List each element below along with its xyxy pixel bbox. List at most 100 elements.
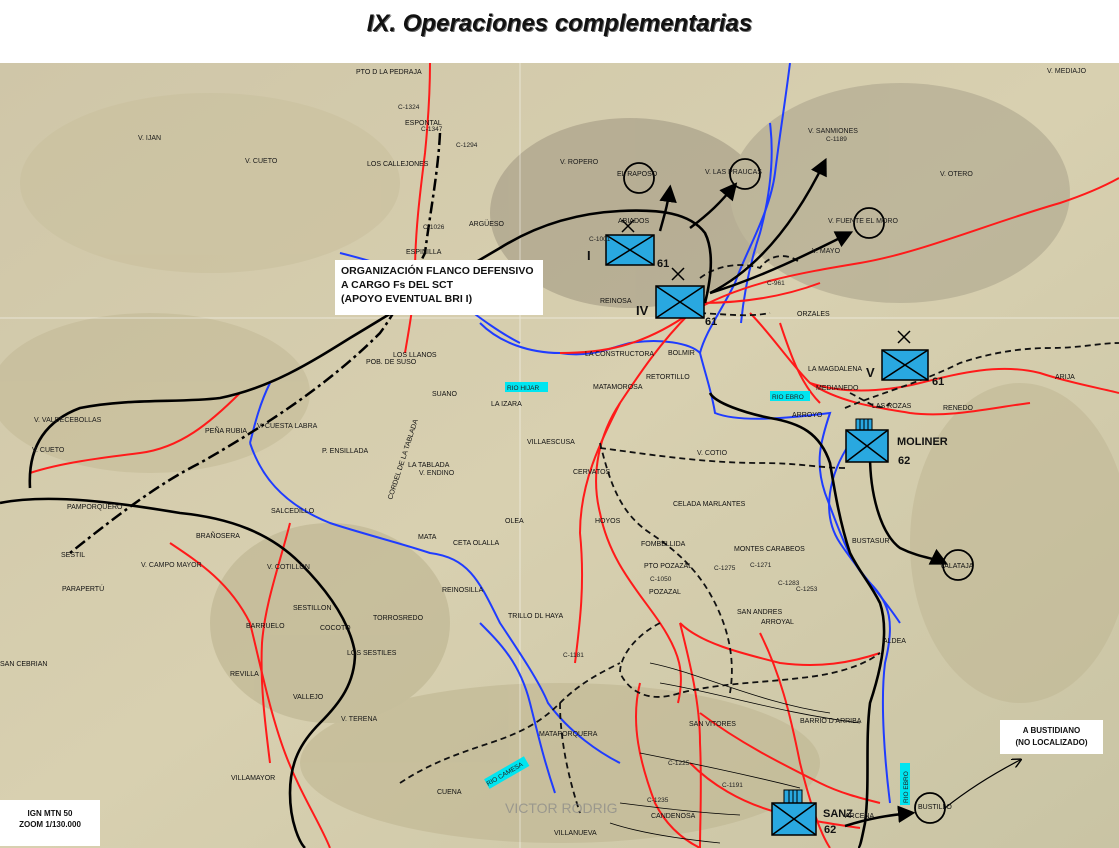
unit-i-label: I <box>587 248 591 263</box>
operations-map[interactable]: I 61 IV 61 V 61 MOLINER 62 SANZ 62 PTO D… <box>0 63 1119 848</box>
place-label: ESPINILLA <box>406 249 442 256</box>
place-label: SAN CEBRIAN <box>0 661 47 668</box>
place-label: VILLAMAYOR <box>231 775 275 782</box>
place-label: CETA OLALLA <box>453 540 500 547</box>
place-label: V. VALDECEBOLLAS <box>34 417 102 424</box>
place-label: VALATAJA <box>940 563 974 570</box>
place-label: CANDENOSA <box>651 813 696 820</box>
place-label: ALDEA <box>883 638 906 645</box>
place-label: COCOTO <box>320 625 351 632</box>
place-label: LA CONSTRUCTORA <box>585 351 654 358</box>
place-label: BUSTASUR <box>852 538 890 545</box>
callout-line: (APOYO EVENTUAL BRI I) <box>341 293 473 305</box>
place-label: VILLANUEVA <box>554 830 597 837</box>
place-label: C-1271 <box>750 562 772 569</box>
place-label: V. SANMIONES <box>808 128 858 135</box>
place-label: C-1050 <box>650 576 672 583</box>
place-label: OLEA <box>505 518 524 525</box>
place-label: PARAPERTÚ <box>62 584 104 593</box>
unit-iv-label: IV <box>636 303 649 318</box>
place-label: V. ENDINO <box>419 470 455 477</box>
place-label: C-1253 <box>796 586 818 593</box>
place-label: V. MEDIAJO <box>1047 68 1087 75</box>
place-label: BOLMIR <box>668 350 695 357</box>
place-label: V. COTILLON <box>267 564 310 571</box>
place-label: MATA <box>418 534 437 541</box>
place-label: LA IZARA <box>491 401 522 408</box>
scale-source: IGN MTN 50 <box>27 809 73 818</box>
bustidiano-callout: A BUSTIDIANO (NO LOCALIZADO) <box>1000 720 1103 754</box>
place-label: RIO EBRO <box>903 771 910 803</box>
scale-zoom: ZOOM 1/130.000 <box>19 820 81 829</box>
place-label: HOYOS <box>595 518 621 525</box>
callout-line: A CARGO Fs DEL SCT <box>341 279 454 291</box>
place-label: C-1235 <box>647 797 669 804</box>
place-label: V. FUENTE EL MORO <box>828 218 898 225</box>
place-label: C-1191 <box>722 782 743 789</box>
place-label: C-1347 <box>421 126 443 133</box>
place-label: REVILLA <box>230 671 259 678</box>
place-label: PAMPORQUERO <box>67 504 123 511</box>
place-label: C-1275 <box>714 565 736 572</box>
place-label: MATAPORQUERA <box>539 731 598 738</box>
unit-moliner-label: MOLINER <box>897 436 948 448</box>
page-title: IX. Operaciones complementarias <box>366 10 753 37</box>
place-label: V. TERENA <box>341 716 378 723</box>
place-label: ARROYO <box>792 412 823 419</box>
place-label: VILLAESCUSA <box>527 439 575 446</box>
place-label: FOMBELLIDA <box>641 541 686 548</box>
place-label: BRAÑOSERA <box>196 531 240 540</box>
place-label: V. ROPERO <box>560 159 599 166</box>
place-label: SALCEDILLO <box>271 508 315 515</box>
unit-moliner-number: 62 <box>898 455 910 467</box>
place-label: TORROSREDO <box>373 615 424 622</box>
place-label: ARIJA <box>1055 374 1075 381</box>
place-label: C-961 <box>767 280 785 287</box>
place-label: RETORTILLO <box>646 374 690 381</box>
place-label: SAN ANDRES <box>737 609 782 616</box>
place-label: MATAMOROSA <box>593 384 643 391</box>
place-label: SAN VITORES <box>689 721 736 728</box>
place-label: V. COTIO <box>697 450 728 457</box>
place-label: CELADA MARLANTES <box>673 501 746 508</box>
place-label: BARRIO D ARRIBA <box>800 718 862 725</box>
place-label: C-1181 <box>563 652 584 659</box>
callout-line: A BUSTIDIANO <box>1022 726 1081 735</box>
flank-defense-callout: ORGANIZACIÓN FLANCO DEFENSIVO A CARGO Fs… <box>335 260 543 315</box>
place-label: V. CAMPO MAYOR <box>141 562 202 569</box>
place-label: LA TABLADA <box>408 462 450 469</box>
place-label: V. CUESTA LABRA <box>257 423 318 430</box>
place-label: SUANO <box>432 391 457 398</box>
unit-v-number: 61 <box>932 376 944 388</box>
place-label: PEÑA RUBIA <box>205 426 247 435</box>
place-label: PTO D LA PEDRAJA <box>356 69 422 76</box>
place-label: V. CUETO <box>32 447 65 454</box>
place-label: P. ENSILLADA <box>322 448 369 455</box>
unit-v-label: V <box>866 365 875 380</box>
place-label: CERVATOS <box>573 469 611 476</box>
place-label: SESTIL <box>61 552 85 559</box>
place-label: C-1225 <box>668 760 690 767</box>
place-label: RENEDO <box>943 405 974 412</box>
place-label: RIO EBRO <box>772 394 804 401</box>
place-label: V. MAYO <box>812 248 841 255</box>
place-label: SESTILLON <box>293 605 332 612</box>
place-label: LOS SESTILES <box>347 650 397 657</box>
callout-line: ORGANIZACIÓN FLANCO DEFENSIVO <box>341 265 534 277</box>
place-label: RIO HIJAR <box>507 385 539 392</box>
place-label: C-1026 <box>423 224 445 231</box>
place-label: VALLEJO <box>293 694 324 701</box>
place-label: C-1294 <box>456 142 478 149</box>
place-label: V. IJAN <box>138 135 161 142</box>
place-label: TRILLO DL HAYA <box>508 613 563 620</box>
place-label: LOS LLANOS <box>393 352 437 359</box>
place-label: LAS ROZAS <box>872 403 912 410</box>
place-label: POZAZAL <box>649 589 681 596</box>
place-label: REINOSA <box>600 298 632 305</box>
place-label: V. LAS PRAUCAS <box>705 169 762 176</box>
place-label: C-1189 <box>826 136 847 143</box>
place-label: ARCENA <box>845 813 875 820</box>
place-label: V. CUETO <box>245 158 278 165</box>
place-label: ARGÜESO <box>469 220 505 228</box>
place-label: MEDIANEDO <box>816 385 859 392</box>
